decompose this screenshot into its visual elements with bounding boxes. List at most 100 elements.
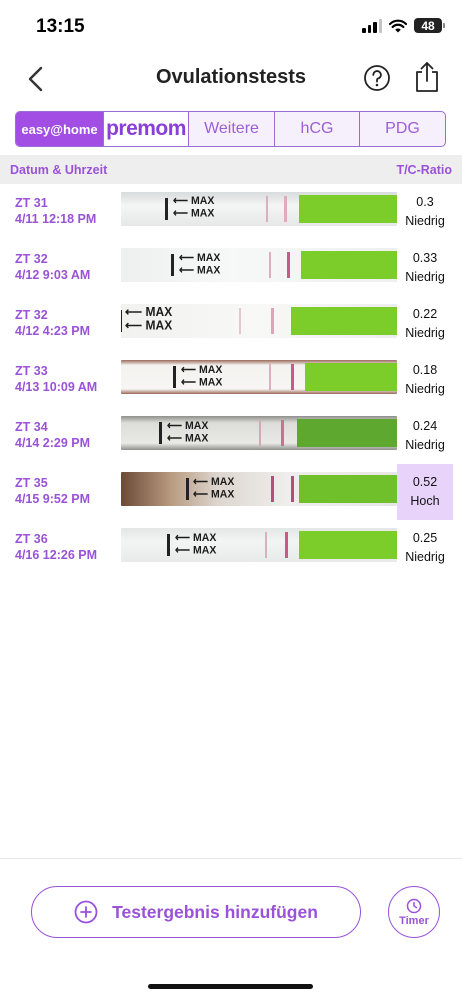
row-ratio-level: Niedrig	[405, 214, 445, 228]
row-datetime: 4/14 2:29 PM	[15, 436, 91, 450]
tab-easy-home[interactable]: easy@home	[16, 112, 104, 146]
test-strip-image: ⟵ MAX ⟵ MAX	[121, 416, 397, 450]
test-strip-image: ⟵ MAX ⟵ MAX	[121, 360, 397, 394]
row-ratio-level: Niedrig	[405, 382, 445, 396]
row-date-cell: ZT 31 4/11 12:18 PM	[15, 195, 96, 227]
row-date-cell: ZT 33 4/13 10:09 AM	[15, 363, 97, 395]
tab-hcg[interactable]: hCG	[275, 112, 360, 146]
share-icon	[416, 62, 438, 92]
row-datetime: 4/12 9:03 AM	[15, 268, 91, 282]
row-datetime: 4/13 10:09 AM	[15, 380, 98, 394]
strip-max-label: ⟵ MAX ⟵ MAX	[125, 304, 173, 333]
tab-hcg-label: hCG	[300, 120, 334, 137]
row-cycle-day: ZT 32	[15, 252, 48, 266]
row-cycle-day: ZT 36	[15, 532, 48, 546]
row-cycle-day: ZT 32	[15, 308, 48, 322]
row-datetime: 4/16 12:26 PM	[15, 548, 97, 562]
row-date-cell: ZT 35 4/15 9:52 PM	[15, 475, 90, 507]
row-ratio-value: 0.33	[412, 251, 438, 265]
column-header-date: Datum & Uhrzeit	[10, 162, 108, 177]
strip-max-label: ⟵ MAX ⟵ MAX	[193, 475, 235, 501]
tab-weitere[interactable]: Weitere	[189, 112, 275, 146]
share-button[interactable]	[412, 60, 442, 94]
column-header-ratio: T/C-Ratio	[396, 162, 452, 177]
tab-premom[interactable]: premom	[104, 112, 189, 146]
row-cycle-day: ZT 33	[15, 364, 48, 378]
row-ratio-cell: 0.33 Niedrig	[397, 240, 453, 296]
tab-weitere-label: Weitere	[204, 120, 259, 137]
row-ratio-value: 0.22	[412, 307, 438, 321]
home-indicator[interactable]	[148, 984, 313, 989]
test-result-row[interactable]: ZT 32 4/12 4:23 PM ⟵ MAX ⟵ MAX 0.22 Niedr…	[0, 296, 462, 352]
row-ratio-level: Niedrig	[405, 550, 445, 564]
test-results-list: ZT 31 4/11 12:18 PM ⟵ MAX ⟵ MAX 0.3 Niedr…	[0, 184, 462, 576]
test-strip-image: ⟵ MAX ⟵ MAX	[121, 528, 397, 562]
row-ratio-cell: 0.22 Niedrig	[397, 296, 453, 352]
status-bar: 13:15 48	[0, 0, 462, 54]
row-ratio-cell: 0.18 Niedrig	[397, 352, 453, 408]
wifi-icon	[389, 19, 407, 32]
back-button[interactable]	[22, 64, 52, 94]
brand-tabs: easy@home premom Weitere hCG PDG	[15, 111, 446, 147]
test-result-row[interactable]: ZT 33 4/13 10:09 AM ⟵ MAX ⟵ MAX 0.18 Nied…	[0, 352, 462, 408]
strip-max-label: ⟵ MAX ⟵ MAX	[167, 419, 209, 445]
row-datetime: 4/15 9:52 PM	[15, 492, 91, 506]
easy-home-logo: easy@home	[21, 122, 97, 137]
tab-pdg[interactable]: PDG	[360, 112, 445, 146]
add-test-result-button[interactable]: Testergebnis hinzufügen	[31, 886, 361, 938]
test-strip-image: ⟵ MAX ⟵ MAX	[121, 304, 397, 338]
row-ratio-cell: 0.24 Niedrig	[397, 408, 453, 464]
bottom-divider	[0, 858, 462, 859]
page-title: Ovulationstests	[155, 66, 307, 88]
test-strip-image: ⟵ MAX ⟵ MAX	[121, 192, 397, 226]
row-datetime: 4/11 12:18 PM	[15, 212, 97, 226]
row-ratio-value: 0.3	[416, 195, 434, 209]
row-ratio-cell: 0.25 Niedrig	[397, 520, 453, 576]
status-time: 13:15	[36, 16, 85, 37]
row-ratio-level: Hoch	[410, 494, 440, 508]
add-test-result-label: Testergebnis hinzufügen	[112, 901, 318, 922]
timer-button[interactable]: Timer	[388, 886, 440, 938]
question-circle-icon	[364, 65, 390, 91]
strip-max-label: ⟵ MAX ⟵ MAX	[179, 251, 221, 277]
test-result-row[interactable]: ZT 32 4/12 9:03 AM ⟵ MAX ⟵ MAX 0.33 Niedr…	[0, 240, 462, 296]
row-cycle-day: ZT 31	[15, 196, 48, 210]
strip-max-label: ⟵ MAX ⟵ MAX	[175, 531, 217, 557]
row-date-cell: ZT 34 4/14 2:29 PM	[15, 419, 90, 451]
tab-premom-label: premom	[106, 117, 186, 140]
test-strip-image: ⟵ MAX ⟵ MAX	[121, 472, 397, 506]
cellular-signal-icon	[362, 18, 382, 33]
row-ratio-value: 0.24	[412, 419, 438, 433]
test-strip-image: ⟵ MAX ⟵ MAX	[121, 248, 397, 282]
row-ratio-level: Niedrig	[405, 270, 445, 284]
test-result-row[interactable]: ZT 36 4/16 12:26 PM ⟵ MAX ⟵ MAX 0.25 Nied…	[0, 520, 462, 576]
row-ratio-value: 0.18	[412, 363, 438, 377]
table-header: Datum & Uhrzeit T/C-Ratio	[0, 155, 462, 184]
timer-label: Timer	[399, 914, 429, 927]
row-date-cell: ZT 36 4/16 12:26 PM	[15, 531, 97, 563]
row-cycle-day: ZT 34	[15, 420, 48, 434]
row-datetime: 4/12 4:23 PM	[15, 324, 91, 338]
row-ratio-cell: 0.3 Niedrig	[397, 184, 453, 240]
strip-max-label: ⟵ MAX ⟵ MAX	[173, 194, 215, 220]
row-ratio-level: Niedrig	[405, 326, 445, 340]
row-date-cell: ZT 32 4/12 4:23 PM	[15, 307, 90, 339]
tab-pdg-label: PDG	[385, 120, 420, 137]
help-button[interactable]	[363, 64, 391, 92]
plus-circle-icon	[74, 900, 98, 924]
row-date-cell: ZT 32 4/12 9:03 AM	[15, 251, 90, 283]
row-ratio-level: Niedrig	[405, 438, 445, 452]
chevron-left-icon	[28, 66, 43, 92]
test-result-row[interactable]: ZT 35 4/15 9:52 PM ⟵ MAX ⟵ MAX 0.52 Hoch	[0, 464, 462, 520]
ovulation-tests-screen: 13:15 48 Ovulationstests easy@home premo…	[0, 0, 462, 1000]
strip-max-label: ⟵ MAX ⟵ MAX	[181, 363, 223, 389]
row-ratio-cell-high: 0.52 Hoch	[397, 464, 453, 520]
row-ratio-value: 0.52	[412, 475, 438, 489]
row-cycle-day: ZT 35	[15, 476, 48, 490]
tab-easy-home-label: easy@home	[21, 121, 98, 137]
test-result-row[interactable]: ZT 31 4/11 12:18 PM ⟵ MAX ⟵ MAX 0.3 Niedr…	[0, 184, 462, 240]
battery-level: 48	[421, 18, 435, 33]
row-ratio-value: 0.25	[412, 531, 438, 545]
test-result-row[interactable]: ZT 34 4/14 2:29 PM ⟵ MAX ⟵ MAX 0.24 Niedr…	[0, 408, 462, 464]
battery-icon: 48	[414, 18, 445, 33]
